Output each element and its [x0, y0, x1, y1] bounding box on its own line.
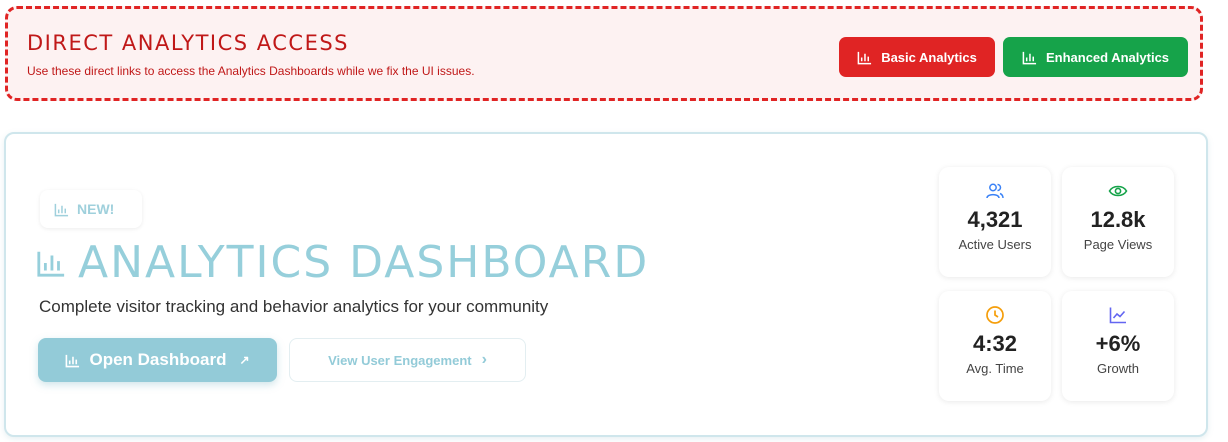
bar-chart-icon: [857, 51, 872, 64]
direct-access-banner: DIRECT ANALYTICS ACCESS Use these direct…: [5, 6, 1203, 101]
enhanced-analytics-label: Enhanced Analytics: [1045, 49, 1170, 65]
external-arrow-icon: ↗: [239, 353, 250, 367]
stat-value: 4:32: [972, 331, 1018, 356]
dashboard-subtitle: Complete visitor tracking and behavior a…: [39, 297, 549, 316]
eye-icon: [1108, 185, 1128, 197]
stat-active-users: 4,321 Active Users: [939, 167, 1051, 277]
bar-chart-icon: [54, 203, 69, 216]
banner-subtitle: Use these direct links to access the Ana…: [27, 64, 475, 78]
stat-value: 4,321: [967, 207, 1023, 232]
view-user-engagement-button[interactable]: View User Engagement ›: [289, 338, 526, 382]
new-badge: NEW!: [40, 190, 142, 228]
bar-chart-icon: [37, 251, 65, 277]
enhanced-analytics-button[interactable]: Enhanced Analytics: [1003, 37, 1188, 77]
basic-analytics-button[interactable]: Basic Analytics: [839, 37, 995, 77]
banner-title: DIRECT ANALYTICS ACCESS: [27, 31, 350, 55]
trend-chart-icon: [1109, 307, 1126, 324]
analytics-dashboard-card: NEW! ANALYTICS DASHBOARD Complete visito…: [4, 132, 1208, 437]
clock-icon: [986, 306, 1004, 324]
stat-label: Growth: [1097, 361, 1139, 376]
stat-value: 12.8k: [1090, 207, 1146, 232]
open-dashboard-label: Open Dashboard: [89, 350, 227, 369]
chevron-right-icon: ›: [481, 351, 487, 368]
basic-analytics-label: Basic Analytics: [881, 49, 977, 65]
stat-label: Page Views: [1083, 237, 1153, 252]
stat-growth: +6% Growth: [1062, 291, 1174, 401]
stat-label: Avg. Time: [966, 361, 1024, 376]
stat-page-views: 12.8k Page Views: [1062, 167, 1174, 277]
dashboard-title: ANALYTICS DASHBOARD: [36, 237, 649, 288]
open-dashboard-button[interactable]: Open Dashboard ↗: [38, 338, 277, 382]
new-badge-label: NEW!: [77, 201, 115, 217]
stat-avg-time: 4:32 Avg. Time: [939, 291, 1051, 401]
bar-chart-icon: [66, 354, 80, 367]
view-user-engagement-label: View User Engagement: [328, 352, 472, 368]
stat-value: +6%: [1095, 331, 1141, 356]
users-icon: [986, 183, 1004, 199]
stat-label: Active Users: [958, 237, 1032, 252]
bar-chart-icon: [1022, 51, 1037, 64]
dashboard-title-text: ANALYTICS DASHBOARD: [78, 237, 650, 288]
